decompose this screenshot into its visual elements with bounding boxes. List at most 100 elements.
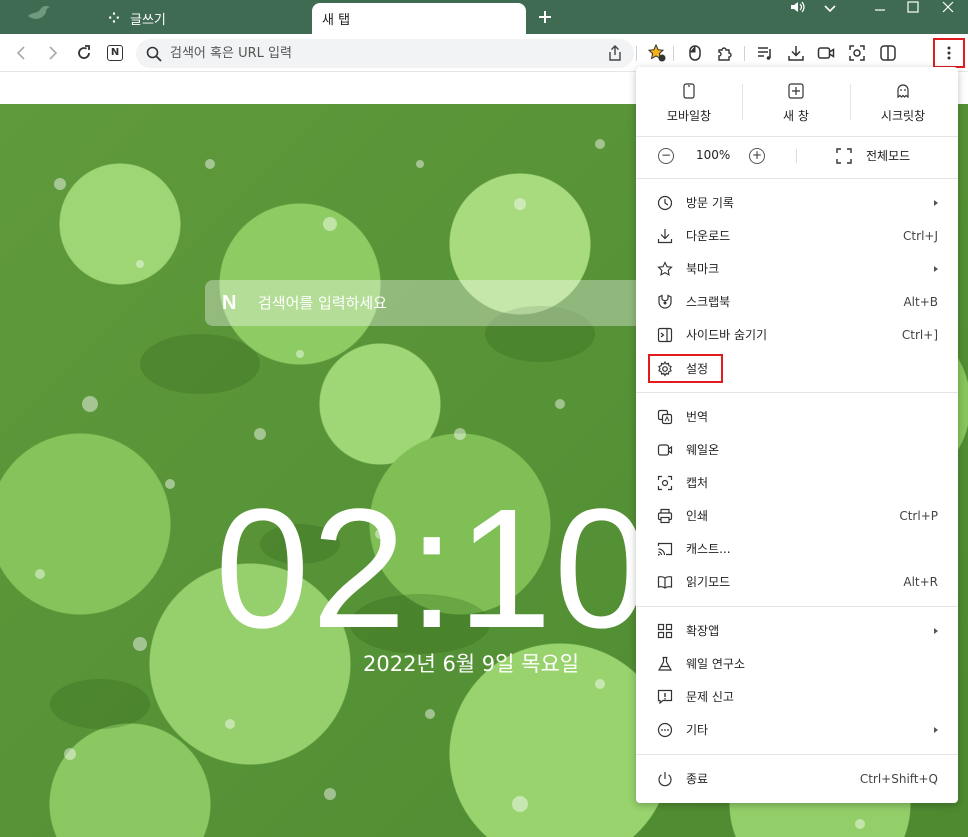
share-icon[interactable] [608,45,622,65]
clock: 02:10 [215,474,651,664]
menu-item-report[interactable]: 문제 신고 [636,680,958,713]
chevron-down-icon[interactable] [822,3,838,19]
sidebar-toggle-button[interactable] [876,41,900,65]
secret-window-label: 시크릿창 [880,109,926,123]
menu-divider [636,754,958,755]
window-options-row: 모바일창 새 창 시크릿창 [636,67,958,135]
menu-item-print[interactable]: 인쇄 Ctrl+P [636,499,958,532]
fullscreen-button[interactable]: 전체모드 [836,147,910,164]
fullscreen-icon [836,147,852,164]
menu-item-label: 방문 기록 [686,196,734,210]
menu-item-label: 다운로드 [686,229,731,243]
bird-theme-icon [26,2,54,26]
menu-item-hide-sidebar[interactable]: 사이드바 숨기기 Ctrl+] [636,318,958,351]
puzzle-icon [718,47,732,61]
menu-item-label: 종료 [686,772,709,786]
print-icon [656,507,674,525]
menu-item-label: 웨일온 [686,443,720,457]
power-icon [656,770,674,788]
page-search-input[interactable] [258,294,638,312]
menu-item-downloads[interactable]: 다운로드 Ctrl+J [636,219,958,252]
secret-window-button[interactable]: 시크릿창 [853,83,953,124]
download-icon [656,227,674,245]
zoom-level: 100% [696,148,731,162]
tab-label: 새 탭 [322,13,351,28]
video-camera-icon [817,47,835,59]
menu-item-bookmarks[interactable]: 북마크 [636,252,958,285]
tab-writing[interactable]: ⁘ 글쓰기 [96,3,301,34]
more-dots-icon [656,721,674,739]
whale-on-icon [656,441,674,459]
menu-item-scrapbook[interactable]: 스크랩북 Alt+B [636,285,958,318]
mobile-window-button[interactable]: 모바일창 [639,83,739,124]
menu-item-shortcut: Alt+B [903,294,938,309]
menu-item-extensions[interactable]: 확장앱 [636,614,958,647]
menu-item-exit[interactable]: 종료 Ctrl+Shift+Q [636,762,958,795]
maximize-button[interactable] [905,1,921,17]
new-tab-button[interactable] [534,6,556,28]
menu-item-more[interactable]: 기타 [636,713,958,746]
plus-icon [539,11,551,23]
menu-item-label: 인쇄 [686,509,709,523]
extensions-button[interactable] [713,41,737,65]
menu-item-settings[interactable]: 설정 [636,352,958,385]
menu-item-shortcut: Ctrl+] [901,327,938,342]
minimize-button[interactable] [872,3,888,19]
cast-icon [656,540,674,558]
speaker-icon[interactable] [788,1,808,17]
arrow-right-icon [49,46,58,60]
address-bar[interactable] [136,39,634,68]
bookmark-star-button[interactable] [645,41,669,65]
history-icon [656,194,674,212]
menu-item-cast[interactable]: 캐스트... [636,532,958,565]
menu-item-reading-mode[interactable]: 읽기모드 Alt+R [636,565,958,598]
menu-item-history[interactable]: 방문 기록 [636,186,958,219]
reload-button[interactable] [72,41,96,65]
menu-divider [636,606,958,607]
reading-mode-icon [656,573,674,591]
submenu-arrow-icon [934,726,938,733]
menu-item-shortcut: Alt+R [903,574,938,589]
menu-item-translate[interactable]: 번역 [636,400,958,433]
download-icon [788,46,804,61]
menu-item-whale-lab[interactable]: 웨일 연구소 [636,647,958,680]
forward-button[interactable] [41,41,65,65]
playlist-icon [758,47,771,60]
menu-divider [796,149,797,163]
capture-icon [849,45,865,61]
zoom-out-button[interactable]: − [658,148,674,164]
menu-item-label: 설정 [686,362,709,376]
video-button[interactable] [814,41,838,65]
arrow-left-icon [16,46,25,60]
new-window-button[interactable]: 새 창 [746,83,846,124]
back-button[interactable] [9,41,33,65]
naver-n-icon: N [107,45,123,61]
menu-item-label: 북마크 [686,262,720,276]
mouse-gesture-button[interactable] [683,41,707,65]
downloads-button[interactable] [784,41,808,65]
menu-item-whale-on[interactable]: 웨일온 [636,433,958,466]
menu-item-capture[interactable]: 캡처 [636,466,958,499]
page-search-box[interactable]: N [205,280,675,326]
vertical-dots-icon [947,46,951,60]
scrapbook-icon [656,293,674,311]
secret-window-icon [853,83,953,101]
menu-item-shortcut: Ctrl+J [903,228,938,243]
close-window-button[interactable] [940,1,956,17]
menu-item-label: 번역 [686,410,709,424]
address-input[interactable] [170,46,590,61]
capture-button[interactable] [845,41,869,65]
menu-item-shortcut: Ctrl+Shift+Q [859,771,938,786]
lab-flask-icon [656,655,674,673]
naver-home-button[interactable]: N [103,41,127,65]
submenu-arrow-icon [934,199,938,206]
menu-divider [742,84,743,120]
playlist-button[interactable] [753,41,777,65]
menu-item-label: 캐스트... [686,542,731,556]
main-menu-button[interactable] [933,38,965,68]
tab-new-tab[interactable]: 새 탭 [312,3,526,34]
zoom-in-button[interactable]: + [749,148,765,164]
split-view-icon [880,45,896,61]
menu-item-label: 확장앱 [686,624,720,638]
report-icon [656,688,674,706]
